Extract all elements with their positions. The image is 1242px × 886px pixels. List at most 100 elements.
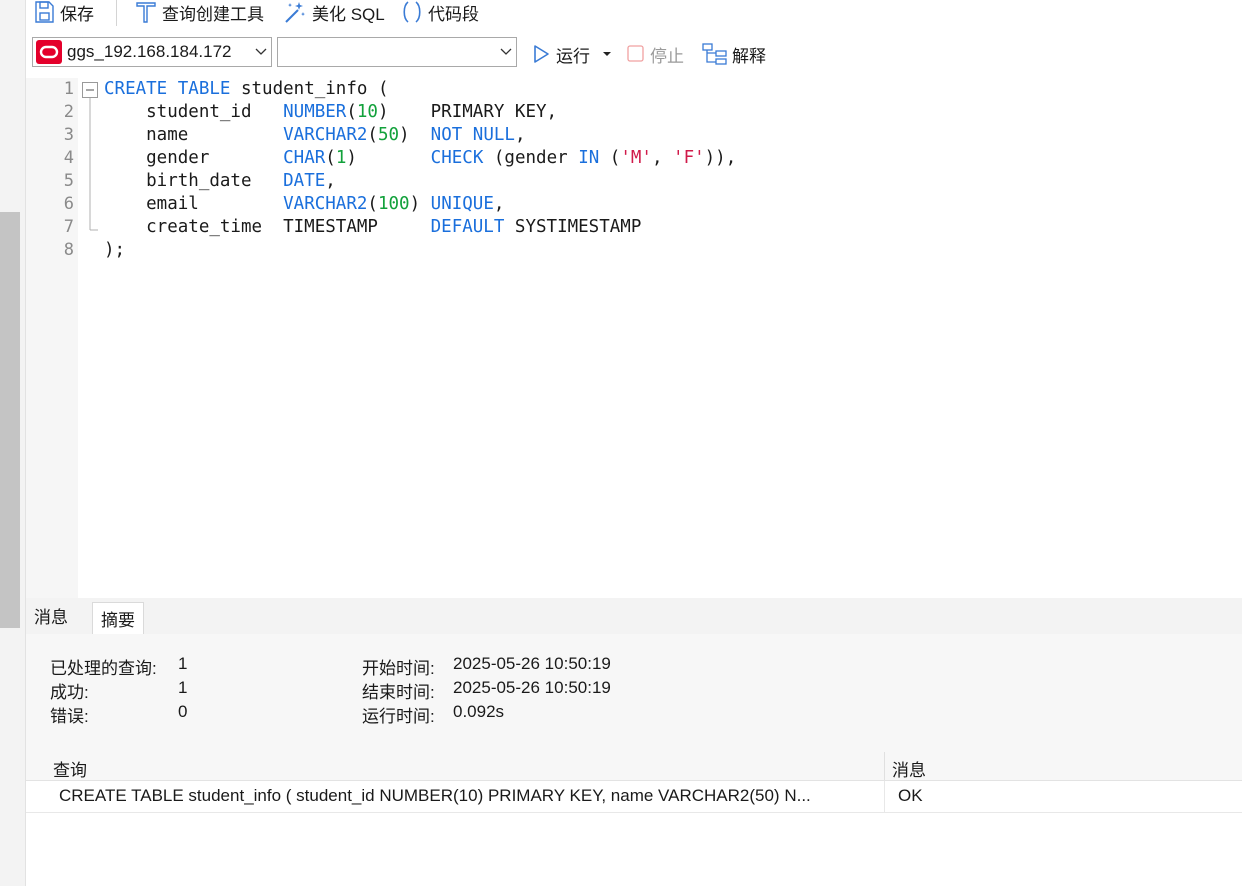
sql-number: 1 [335,148,347,168]
sql-identifier: email [104,194,284,214]
stop-label: 停止 [650,46,684,66]
line-number: 8 [63,240,74,260]
explain-button[interactable]: 解释 [702,42,766,66]
sql-identifier: student_info ( [230,79,389,99]
save-icon [35,1,54,23]
snippet-icon [403,1,421,23]
summary-panel: 已处理的查询: 1 成功: 1 错误: 0 开始时间: 2025-05-26 1… [26,634,1242,752]
tab-messages[interactable]: 消息 [26,598,76,633]
sql-identifier: student_id [104,102,284,122]
stop-icon [627,45,644,62]
elapsed-time-label: 运行时间: [362,707,435,726]
sql-string: 'F' [673,148,705,168]
success-label: 成功: [50,683,89,702]
line-number: 7 [63,217,74,237]
beautify-sql-label: 美化 SQL [312,4,385,24]
code-snippet-label: 代码段 [428,4,479,24]
code-line-8: ); [104,240,125,260]
query-builder-button[interactable]: 查询创建工具 [134,0,264,24]
line-number: 5 [63,171,74,191]
sql-identifier: name [104,125,284,145]
sql-keyword: DEFAULT [430,217,505,237]
sql-type: DATE [283,171,326,191]
sql-keyword: NOT NULL [430,125,515,145]
chevron-down-icon [496,48,516,56]
explain-icon [702,43,727,65]
sql-text: ); [104,240,126,260]
tab-summary-label: 摘要 [101,611,135,630]
database-select[interactable] [277,37,517,67]
line-number: 6 [63,194,74,214]
tab-messages-label: 消息 [34,608,68,627]
sql-number: 100 [377,194,410,214]
sql-type: VARCHAR2 [283,125,368,145]
run-button[interactable]: 运行 [530,42,614,66]
code-line-2: student_id NUMBER(10) PRIMARY KEY, [104,102,558,122]
connection-select[interactable]: ggs_192.168.184.172 [32,37,272,67]
tab-summary[interactable]: 摘要 [92,602,144,634]
toolbar-separator [116,0,117,26]
column-divider[interactable] [884,752,885,780]
fold-collapse-icon[interactable] [80,80,102,240]
sql-keyword: CHECK [430,148,484,168]
result-grid-header: 查询 消息 [26,752,1242,781]
error-value: 0 [178,702,188,721]
magic-wand-icon [285,2,305,23]
code-line-6: email VARCHAR2(100) UNIQUE, [104,194,505,214]
explain-label: 解释 [732,46,766,66]
sql-keyword: IN [578,148,600,168]
sql-type: NUMBER [283,102,347,122]
left-panel-scrollbar[interactable] [0,212,20,628]
end-time-label: 结束时间: [362,683,435,702]
stop-button[interactable]: 停止 [626,42,684,66]
sql-keyword: CREATE TABLE [104,79,231,99]
query-builder-label: 查询创建工具 [162,4,264,24]
start-time-label: 开始时间: [362,659,435,678]
sql-number: 50 [377,125,400,145]
sql-text: ) PRIMARY KEY, [377,102,558,122]
line-number: 1 [63,79,74,99]
code-snippet-button[interactable]: 代码段 [400,0,479,24]
line-number: 4 [63,148,74,168]
beautify-sql-button[interactable]: 美化 SQL [282,0,385,24]
sql-type: CHAR [283,148,326,168]
save-label: 保存 [60,4,94,24]
code-line-5: birth_date DATE, [104,171,336,191]
start-time-value: 2025-05-26 10:50:19 [453,654,611,673]
column-header-message[interactable]: 消息 [892,756,926,781]
chevron-down-icon [251,48,271,56]
sql-string: 'M' [620,148,652,168]
sql-keyword: UNIQUE [430,194,494,214]
sql-text: SYSTIMESTAMP [504,217,642,237]
line-number: 3 [63,125,74,145]
oracle-icon [36,40,62,64]
processed-queries-value: 1 [178,654,188,673]
column-header-query[interactable]: 查询 [53,756,87,781]
sql-identifier: create_time TIMESTAMP [104,217,431,237]
success-value: 1 [178,678,188,697]
table-row[interactable]: CREATE TABLE student_info ( student_id N… [26,781,1242,813]
sql-number: 10 [356,102,378,122]
code-line-4: gender CHAR(1) CHECK (gender IN ('M', 'F… [104,148,737,168]
connection-value: ggs_192.168.184.172 [67,42,232,61]
column-divider [884,781,885,812]
save-button[interactable]: 保存 [32,0,94,24]
row-query-cell[interactable]: CREATE TABLE student_info ( student_id N… [59,786,879,806]
end-time-value: 2025-05-26 10:50:19 [453,678,611,697]
run-label: 运行 [556,46,590,66]
code-line-1: CREATE TABLE student_info ( [104,79,388,99]
query-builder-icon [136,2,156,23]
row-message-cell[interactable]: OK [898,786,923,806]
elapsed-time-value: 0.092s [453,702,505,721]
sql-identifier: gender [104,148,284,168]
result-tab-bar: 消息 摘要 [26,598,1242,635]
caret-down-icon[interactable] [600,49,614,59]
sql-type: VARCHAR2 [283,194,368,214]
play-icon [534,45,549,63]
code-line-3: name VARCHAR2(50) NOT NULL, [104,125,526,145]
sql-identifier: birth_date [104,171,284,191]
processed-queries-label: 已处理的查询: [50,659,157,678]
line-number: 2 [63,102,74,122]
error-label: 错误: [50,707,89,726]
code-line-7: create_time TIMESTAMP DEFAULT SYSTIMESTA… [104,217,641,237]
